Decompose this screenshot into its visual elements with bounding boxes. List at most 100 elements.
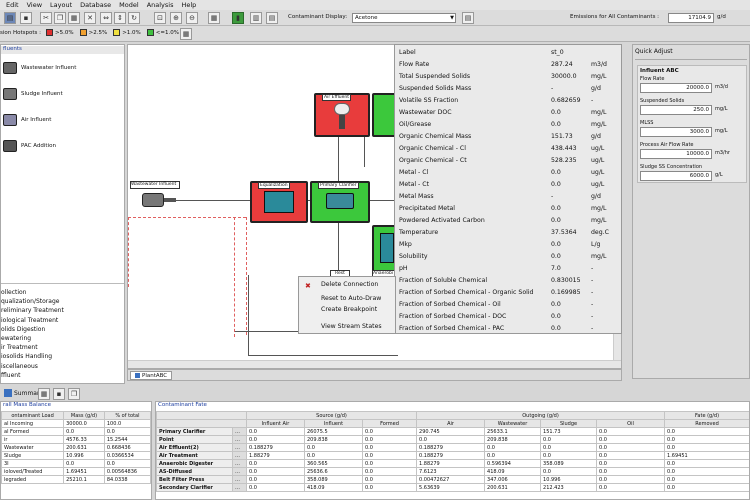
menu-item-edit[interactable]: Edit [6,1,19,9]
horizontal-scrollbar[interactable] [128,360,621,368]
property-row: Organic Chemical - Ct 528.235 ug/L [399,156,605,164]
menu-item-layout[interactable]: Layout [50,1,72,9]
contaminant-fate-panel: Contaminant Fate Source (g/d) Outgoing (g… [155,401,750,500]
property-row: Total Suspended Solids 30000.0 mg/L [399,72,607,80]
quick-adjust-input[interactable]: 250.0 [640,105,712,115]
quick-adjust-input[interactable]: 20000.0 [640,83,712,93]
contaminant-display-select[interactable]: Acetone ▼ [352,13,456,23]
grid-icon[interactable]: ▦ [208,12,220,24]
category-item[interactable]: qualization/Storage [1,298,59,305]
palette-item-pac-addition[interactable]: PAC Addition [1,135,124,157]
property-row: Organic Chemical - Cl 438.443 ug/L [399,144,605,152]
hotspot-settings-icon[interactable]: ▦ [180,28,192,40]
run-icon[interactable]: ▮ [232,12,244,24]
quick-adjust-input[interactable]: 6000.0 [640,171,712,181]
fate-column-header[interactable]: Air [416,419,486,428]
flip-horizontal-icon[interactable]: ⇔ [100,12,112,24]
copy-icon[interactable]: ❐ [54,12,66,24]
table-row: ioloved/Treated 1.69451 0.00564836 [1,467,151,476]
fate-column-header[interactable]: Influent [304,419,363,428]
palette-item-wastewater-influent[interactable]: Wastewater Influent [1,57,124,79]
contaminant-fate-title: Contaminant Fate [158,402,207,408]
context-menu-item[interactable]: View Stream States [321,323,382,330]
category-item[interactable]: iosolids Handling [1,353,52,360]
zoom-out-icon[interactable]: ⊖ [186,12,198,24]
tab-plant-abc[interactable]: PlantABC [130,371,173,380]
row-detail-button[interactable]: … [232,475,247,484]
delete-icon: ✖ [305,282,311,290]
menu-item-view[interactable]: View [27,1,42,9]
category-item[interactable]: ir Treatment [1,344,38,351]
primary-clarifier-unit[interactable]: Primary Clarifier [310,181,370,223]
quick-adjust-title: Quick Adjust [635,48,673,55]
property-row: Fraction of Sorbed Chemical - DOC 0.0- [399,312,594,320]
save-icon[interactable]: ▪ [20,12,32,24]
rotate-icon[interactable]: ↻ [128,12,140,24]
row-detail-button[interactable]: … [232,483,247,492]
context-menu-item[interactable]: Reset to Auto-Draw [321,295,381,302]
table-view-icon[interactable]: ▦ [38,388,50,400]
flip-vertical-icon[interactable]: ⇕ [114,12,126,24]
fate-column-header[interactable]: Sludge [540,419,598,428]
row-detail-button[interactable]: … [232,459,247,468]
influent-pipe [164,198,176,202]
hotspot-swatch [146,29,154,36]
row-detail-button[interactable]: … [232,427,247,436]
category-item[interactable]: olids Digestion [1,326,45,333]
category-item[interactable]: ewatering [1,335,31,342]
delete-icon[interactable]: ✕ [84,12,96,24]
copy-summary-icon[interactable]: ❐ [68,388,80,400]
category-item[interactable]: iological Treatment [1,317,58,324]
row-detail-button[interactable]: … [232,435,247,444]
palette-item-sludge-influent[interactable]: Sludge Influent [1,83,124,105]
wastewater-influent-unit[interactable] [142,193,164,207]
cut-icon[interactable]: ✂ [40,12,52,24]
balance-column-header[interactable]: ontaminant Load [1,411,65,420]
quick-adjust-input[interactable]: 10000.0 [640,149,712,159]
category-item[interactable]: iscellaneous [1,363,38,370]
report-icon[interactable]: ▤ [266,12,278,24]
table-row: Anaerobic Digester… 0.0 360.565 0.0 1.88279 0… [156,459,749,468]
balance-column-header[interactable]: % of total [103,411,151,420]
quick-adjust-input[interactable]: 3000.0 [640,127,712,137]
zoom-fit-icon[interactable]: ⊡ [154,12,166,24]
row-detail-button[interactable]: … [232,443,247,452]
equalization-unit[interactable]: Equalization [250,181,308,223]
row-detail-button[interactable]: … [232,451,247,460]
fate-column-header[interactable]: Oil [596,419,666,428]
menu-item-database[interactable]: Database [80,1,111,9]
fate-column-header[interactable]: Removed [664,419,749,428]
menu-item-help[interactable]: Help [181,1,196,9]
fate-column-header[interactable]: Formed [361,419,418,428]
property-row: Powdered Activated Carbon 0.0 mg/L [399,216,607,224]
paste-icon[interactable]: ▦ [68,12,80,24]
menu-item-analysis[interactable]: Analysis [147,1,174,9]
dropdown-arrow-icon: ▼ [450,15,454,21]
palette-item-air-influent[interactable]: Air Influent [1,109,124,131]
context-menu-item[interactable]: Delete Connection [321,281,378,288]
fate-column-header[interactable]: Influent Air [246,419,305,428]
property-row: Organic Chemical Mass 151.73 g/d [399,132,601,140]
fate-column-header[interactable]: Wastewater [484,419,542,428]
open-icon[interactable]: ▤ [4,12,16,24]
property-row: Wastewater DOC 0.0 mg/L [399,108,607,116]
table-row: 3I 0.0 0.0 [1,459,151,468]
category-item[interactable]: ollection [1,289,27,296]
hotspot-swatch [79,29,87,36]
save-summary-icon[interactable]: ▪ [53,388,65,400]
tank-icon [264,191,294,213]
property-row: Fraction of Sorbed Chemical - Oil 0.0- [399,300,594,308]
calculator-icon[interactable]: ▥ [250,12,262,24]
zoom-in-icon[interactable]: ⊕ [170,12,182,24]
property-row: Flow Rate 287.24 m3/d [399,60,607,68]
category-item[interactable]: reliminary Treatment [1,307,64,314]
context-menu-item[interactable]: Create Breakpoint [321,306,377,313]
balance-column-header[interactable]: Mass (g/d) [63,411,105,420]
category-item[interactable]: ffluent [1,372,20,379]
contaminant-settings-icon[interactable]: ▤ [462,12,474,24]
menu-item-model[interactable]: Model [119,1,139,9]
property-row: Fraction of Soluble Chemical 0.830015- [399,276,594,284]
quick-adjust-label: Sludge SS Concentration [640,164,703,170]
row-detail-button[interactable]: … [232,467,247,476]
air-effluent-unit[interactable]: Air Effluent [314,93,370,137]
